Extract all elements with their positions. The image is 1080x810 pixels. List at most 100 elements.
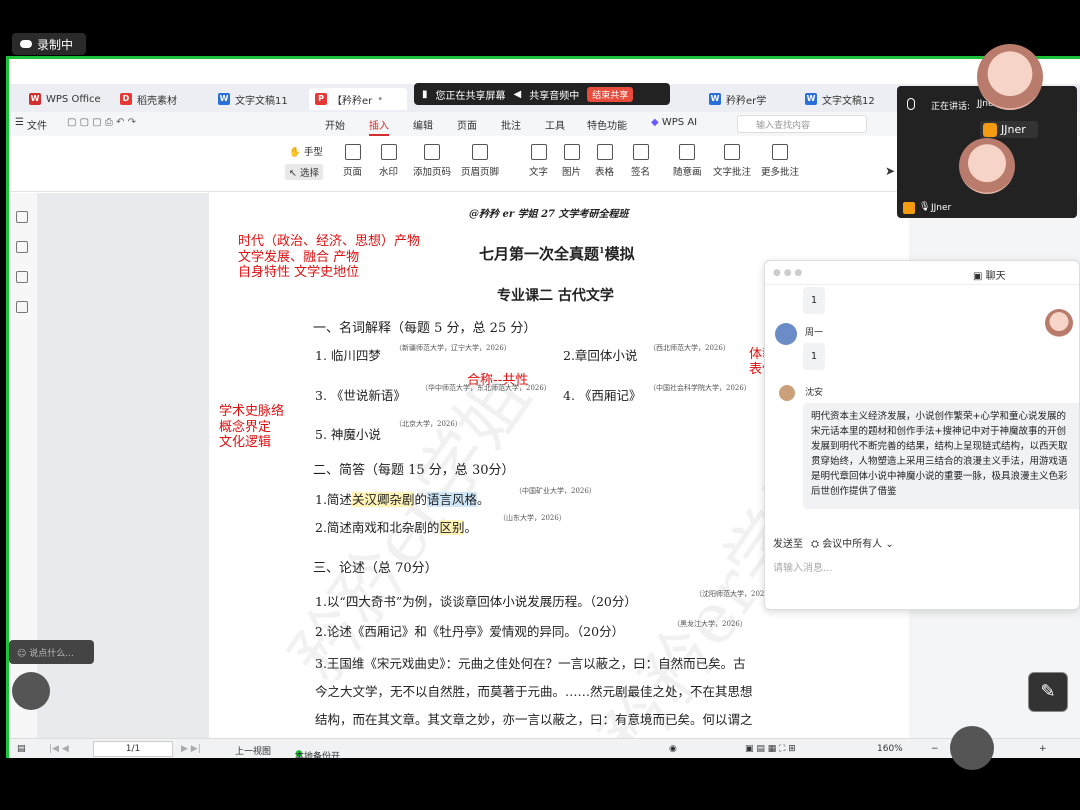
word-doc-icon: W <box>709 93 721 105</box>
wps-ai-label: WPS AI <box>661 117 698 128</box>
freehand-button[interactable]: 随意画 <box>673 144 702 178</box>
freehand-label: 随意画 <box>673 167 702 178</box>
speaker-name-badge: JJner <box>980 121 1038 138</box>
table-button[interactable]: 表格 <box>595 144 614 178</box>
table-label: 表格 <box>595 167 615 178</box>
source-note: （新疆师范大学，辽宁大学，2026） <box>395 344 511 352</box>
search-placeholder: 输入查找内容 <box>756 121 811 131</box>
next-page-icon[interactable]: ▶ ▶| <box>181 744 201 754</box>
more-comments-label: 更多批注 <box>761 167 800 178</box>
page-number-input[interactable]: 1/1 <box>93 741 173 757</box>
annotation-note: 文化逻辑 <box>219 435 272 450</box>
thumbnail-icon[interactable] <box>16 241 28 253</box>
copy-icon[interactable] <box>16 301 28 313</box>
tab-doc-12[interactable]: W 文字文稿12 <box>799 88 881 110</box>
ai-icon: ◆ <box>651 117 659 128</box>
hand-label: 手型 <box>303 147 323 158</box>
header-footer-button[interactable]: 页眉页脚 <box>461 144 499 178</box>
more-comments-button[interactable]: 更多批注 <box>761 144 799 178</box>
menu-page[interactable]: 页面 <box>457 117 477 132</box>
section-heading: 一、名词解释（每题 5 分，总 25 分） <box>313 321 537 336</box>
hand-tool[interactable]: ✋ 手型 <box>289 144 323 158</box>
text-button[interactable]: 文字 <box>529 144 548 178</box>
recipient-select[interactable]: ⛭ 会议中所有人 ⌄ <box>811 535 894 550</box>
chat-input[interactable]: 请输入消息... <box>773 559 833 574</box>
menu-tools[interactable]: 工具 <box>545 117 565 132</box>
menu-insert[interactable]: 插入 <box>369 117 389 136</box>
highlight: 区别 <box>439 520 465 535</box>
page-icon <box>344 144 361 160</box>
close-icon[interactable]: • <box>377 94 383 105</box>
menu-start[interactable]: 开始 <box>325 117 345 132</box>
status-bar: ▤ |◀ ◀ 1/1 ▶ ▶| 上一视图 ● 本地备份开 ◉ ▣ ▤ ▦ ⛶ ⊞… <box>9 738 1080 758</box>
page-label: 页面 <box>343 167 363 178</box>
page-button[interactable]: 页面 <box>343 144 362 178</box>
paragraph-line: 今之大文学，无不以自然胜，而莫著于元曲。……然元剧最佳之处，不在其思想 <box>315 684 753 699</box>
view-mode-icons[interactable]: ▣ ▤ ▦ ⛶ ⊞ <box>745 744 796 754</box>
tab-label: 矜矜er学 <box>726 95 767 107</box>
question-item: 1.简述关汉卿杂剧的语言风格。 <box>315 489 490 508</box>
search-input[interactable]: 输入查找内容 <box>737 115 867 133</box>
hamburger-icon[interactable]: ☰ <box>15 117 24 128</box>
chat-title-text: 聊天 <box>985 271 1006 282</box>
highlight: 关汉卿杂剧 <box>351 492 415 507</box>
q-text: 1.简述 <box>315 492 352 507</box>
tab-doc-11[interactable]: W 文字文稿11 <box>212 88 294 110</box>
message-line: 是明代章回体小说中神魔小说的重要一脉，极具浪漫主义色彩 <box>811 471 1068 482</box>
menu-file[interactable]: 文件 <box>27 117 47 132</box>
docer-icon: D <box>120 93 132 105</box>
eye-icon[interactable]: ◉ <box>669 744 677 754</box>
menu-wps-ai[interactable]: ◆ WPS AI <box>651 117 697 128</box>
comment-icon[interactable] <box>16 271 28 283</box>
title-suffix: 模拟 <box>604 245 635 263</box>
source-note: （沈阳师范大学，202 <box>695 590 765 598</box>
term-item: 2.章回体小说 <box>563 348 638 363</box>
user-avatar <box>1045 309 1073 337</box>
message-line: 后世创作提供了借鉴 <box>811 486 897 497</box>
term-item: 5. 神魔小说 <box>315 427 381 442</box>
user-avatar <box>775 323 797 345</box>
tab-label: 【矜矜er <box>332 95 373 107</box>
sharing-label: 您正在共享屏幕 <box>435 90 506 102</box>
text-label: 文字 <box>529 167 549 178</box>
tab-label: 文字文稿12 <box>822 95 875 107</box>
text-icon <box>530 144 547 160</box>
bookmark-icon[interactable] <box>16 211 28 223</box>
end-share-button[interactable]: 结束共享 <box>587 86 634 102</box>
prev-view-button[interactable]: 上一视图 <box>235 744 271 757</box>
assistant-input[interactable]: ☺ 说点什么... <box>9 640 94 664</box>
menu-review[interactable]: 批注 <box>501 117 521 132</box>
watermark-icon <box>380 144 397 160</box>
tab-doc-jjer[interactable]: W 矜矜er学 <box>703 88 772 110</box>
watermark-button[interactable]: 水印 <box>379 144 398 178</box>
select-tool[interactable]: ↖ 选择 <box>285 164 323 180</box>
mute-mic-icon[interactable] <box>950 726 994 770</box>
text-comment-button[interactable]: 文字批注 <box>713 144 751 178</box>
zoom-level[interactable]: 160% <box>877 744 903 754</box>
edit-icon[interactable]: ✎ <box>1028 672 1068 712</box>
quick-tools-icons[interactable]: ▢ ▢ ▢ ⎙ ↶ ↷ <box>67 117 136 128</box>
tab-pdf-active[interactable]: P 【矜矜er • <box>309 88 407 110</box>
window-controls[interactable]: ● ● ● <box>773 268 802 278</box>
add-page-number-label: 添加页码 <box>413 167 452 178</box>
source-note: （西北师范大学，2026） <box>649 344 730 352</box>
notes-button[interactable] <box>12 672 50 710</box>
speaker-avatar <box>977 44 1043 110</box>
tab-wps-office[interactable]: W WPS Office <box>23 88 107 110</box>
message-line: 贯穿始终，人物塑造上采用三结合的浪漫主义手法，用游戏语 <box>811 456 1068 467</box>
signature-button[interactable]: 签名 <box>631 144 650 178</box>
sidebar-toggle-icon[interactable]: ▤ <box>17 744 26 754</box>
chevron-down-icon: ⌄ <box>885 539 894 550</box>
tab-docer[interactable]: D 稻壳素材 <box>114 88 183 110</box>
zoom-in-icon[interactable]: + <box>1039 744 1047 754</box>
message-line: 发展到明代不断完善的结果，结构上呈现链式结构，以西天取 <box>811 441 1068 452</box>
add-page-number-button[interactable]: 添加页码 <box>413 144 451 178</box>
zoom-out-icon[interactable]: − <box>931 744 939 754</box>
menu-features[interactable]: 特色功能 <box>587 117 627 132</box>
first-page-icon[interactable]: |◀ ◀ <box>49 744 69 754</box>
source-note: （北京大学，2026） <box>395 420 462 428</box>
menu-edit[interactable]: 编辑 <box>413 117 433 132</box>
q-text: 。 <box>476 492 490 507</box>
image-button[interactable]: 图片 <box>562 144 581 178</box>
message-line: 明代资本主义经济发展，小说创作繁荣+心学和童心说发展的 <box>811 411 1066 422</box>
